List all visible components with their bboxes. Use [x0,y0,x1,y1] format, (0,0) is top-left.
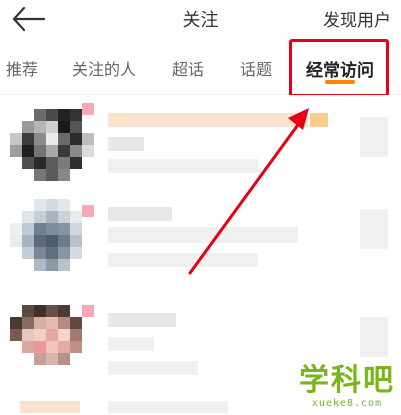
tab-recommend[interactable]: 推荐 [6,56,38,80]
avatar [10,305,94,389]
discover-users-button[interactable]: 发现用户 [323,6,391,31]
arrow-left-icon [12,6,46,32]
action-blurred[interactable] [360,209,388,249]
user-desc-blurred [108,159,258,173]
user-meta-blurred [108,337,154,351]
tab-following[interactable]: 关注的人 [72,56,136,80]
action-blurred[interactable] [360,117,388,157]
tab-super-topic[interactable]: 超话 [172,56,204,80]
user-desc-blurred [108,361,198,375]
user-meta-blurred [108,137,144,151]
user-name-blurred [108,113,308,127]
action-blurred[interactable] [360,317,388,357]
avatar [20,401,80,413]
top-bar: 关注 发现用户 [0,0,401,38]
user-name-blurred [108,401,228,413]
avatar [10,103,94,187]
watermark-main: 学科吧 [299,363,395,398]
back-button[interactable] [8,4,48,34]
watermark-sub: xueke8.com [311,398,383,409]
list-item[interactable] [0,97,401,195]
user-desc-blurred [108,227,298,243]
user-name-blurred [108,207,172,221]
list-item[interactable] [0,195,401,293]
highlight-box [289,39,389,97]
watermark: 学科吧 xueke8.com [299,363,395,410]
tab-topics[interactable]: 话题 [240,56,272,80]
page-title-text: 关注 [182,10,219,31]
badge-blurred [310,113,328,127]
avatar [10,197,94,281]
user-name-blurred [108,313,176,327]
user-meta-blurred [108,253,258,267]
